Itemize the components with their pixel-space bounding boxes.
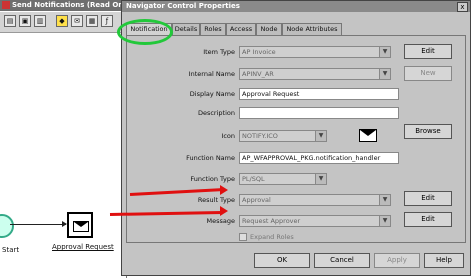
tab-roles[interactable]: Roles [200, 23, 226, 35]
chevron-down-icon: ▼ [379, 69, 390, 79]
icon-value: NOTIFY.ICO [242, 132, 278, 140]
ok-button[interactable]: OK [254, 253, 310, 268]
item-type-value: AP Invoice [242, 48, 276, 56]
notification-tab-highlight [117, 19, 173, 45]
expand-roles-checkbox[interactable] [239, 233, 247, 241]
tab-node[interactable]: Node [256, 23, 282, 35]
properties-dialog: Navigator Control Properties x Notificat… [121, 0, 471, 276]
workflow-toolbar: ▤ ▣ ▥ ◆ ✉ ▦ ƒ [0, 12, 126, 33]
app-icon [2, 1, 10, 9]
description-label: Description [197, 109, 235, 117]
envelope-icon [359, 129, 377, 142]
item-type-edit-button[interactable]: Edit [404, 44, 452, 59]
tab-details[interactable]: Details [172, 23, 200, 35]
function-icon[interactable]: ƒ [101, 15, 113, 27]
result-type-label: Result Type [197, 196, 235, 204]
internal-name-field: APINV_AR ▼ [239, 68, 391, 80]
function-name-label: Function Name [186, 154, 235, 162]
result-type-value: Approval [242, 196, 271, 204]
internal-name-value: APINV_AR [242, 70, 274, 78]
internal-name-label: Internal Name [188, 70, 235, 78]
function-type-label: Function Type [190, 175, 235, 183]
workflow-canvas[interactable] [0, 33, 126, 278]
message-label: Message [206, 217, 236, 225]
chevron-down-icon: ▼ [315, 174, 326, 184]
result-type-select[interactable]: Approval ▼ [239, 194, 391, 206]
function-type-value: PL/SQL [242, 175, 265, 183]
display-name-label: Display Name [189, 90, 235, 98]
chevron-down-icon: ▼ [379, 195, 390, 205]
print-icon[interactable]: ▥ [34, 15, 46, 27]
chevron-down-icon: ▼ [379, 47, 390, 57]
approval-request-label: Approval Request [52, 243, 114, 251]
workflow-title: Send Notifications (Read On [12, 1, 124, 9]
result-type-edit-button[interactable]: Edit [404, 191, 452, 206]
start-label: Start [2, 246, 20, 254]
browse-button[interactable]: Browse [404, 124, 452, 139]
description-input[interactable] [239, 107, 399, 119]
notification-icon[interactable]: ✉ [71, 15, 83, 27]
item-type-field: AP Invoice ▼ [239, 46, 391, 58]
process-icon[interactable]: ▦ [86, 15, 98, 27]
dialog-title: Navigator Control Properties [122, 1, 470, 12]
function-name-input[interactable]: AP_WFAPPROVAL_PKG.notification_handler [239, 152, 399, 164]
new-button[interactable]: New [404, 66, 452, 81]
icon-field[interactable]: NOTIFY.ICO ▼ [239, 130, 327, 142]
icon-label: Icon [221, 132, 235, 140]
approval-request-node[interactable] [67, 212, 93, 238]
open-folder-icon[interactable]: ▤ [4, 15, 16, 27]
item-type-label: Item Type [203, 48, 235, 56]
tab-access[interactable]: Access [226, 23, 256, 35]
help-button[interactable]: Help [424, 253, 464, 268]
save-icon[interactable]: ▣ [19, 15, 31, 27]
close-icon[interactable]: x [457, 2, 468, 12]
chevron-down-icon: ▼ [379, 216, 390, 226]
apply-button[interactable]: Apply [374, 253, 420, 268]
chevron-down-icon: ▼ [315, 131, 326, 141]
function-type-select[interactable]: PL/SQL ▼ [239, 173, 327, 185]
transition-line[interactable] [10, 224, 66, 225]
message-value: Request Approver [242, 217, 301, 225]
expand-roles-label: Expand Roles [250, 233, 294, 241]
envelope-icon [73, 221, 89, 232]
message-select[interactable]: Request Approver ▼ [239, 215, 391, 227]
message-edit-button[interactable]: Edit [404, 212, 452, 227]
workflow-window: Send Notifications (Read On ▤ ▣ ▥ ◆ ✉ ▦ … [0, 0, 127, 278]
tab-node-attributes[interactable]: Node Attributes [282, 23, 342, 35]
result-type-arrowhead [220, 185, 228, 195]
new-item-icon[interactable]: ◆ [56, 15, 68, 27]
workflow-titlebar: Send Notifications (Read On [0, 0, 126, 11]
message-arrowhead [220, 206, 228, 216]
display-name-input[interactable]: Approval Request [239, 88, 399, 100]
cancel-button[interactable]: Cancel [314, 253, 370, 268]
